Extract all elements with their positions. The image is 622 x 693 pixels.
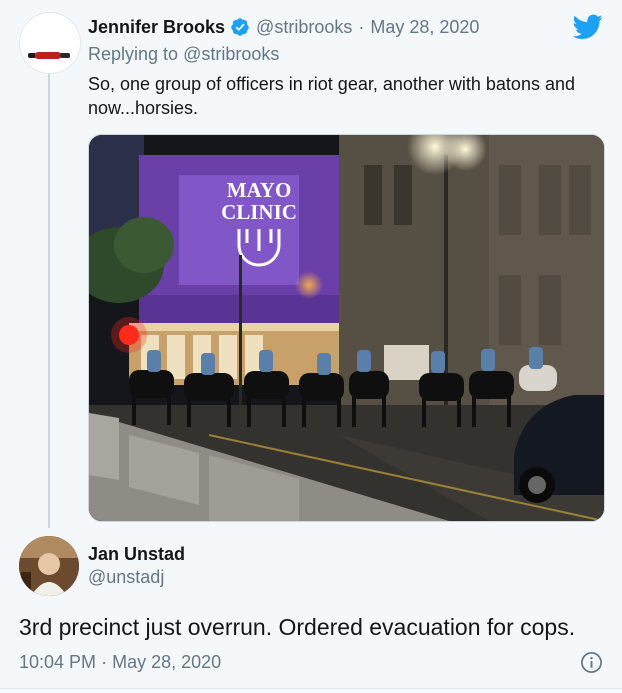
embedded-tweet-time[interactable]: 10:04 PM bbox=[19, 652, 96, 672]
tweet-text: So, one group of officers in riot gear, … bbox=[88, 74, 575, 118]
embedded-author-avatar[interactable] bbox=[19, 536, 79, 596]
header-separator: · bbox=[358, 16, 365, 37]
author-avatar[interactable] bbox=[19, 12, 81, 74]
avatar-photo-image bbox=[19, 536, 79, 596]
sign-line1: MAYO bbox=[227, 178, 292, 202]
embedded-tweet-text: 3rd precinct just overrun. Ordered evacu… bbox=[19, 614, 576, 640]
replying-to-line: Replying to @stribrooks bbox=[88, 44, 279, 65]
avatar-figure-image bbox=[28, 52, 70, 59]
info-icon[interactable] bbox=[580, 651, 603, 674]
twitter-bird-icon[interactable] bbox=[573, 14, 603, 40]
night-street-horses-image: MAYO CLINIC bbox=[89, 135, 604, 521]
tweet-header: Jennifer Brooks @stribrooks · May 28, 20… bbox=[88, 14, 479, 40]
tweet-photo[interactable]: MAYO CLINIC bbox=[88, 134, 605, 522]
replying-prefix: Replying to bbox=[88, 44, 184, 64]
replying-to-handle[interactable]: @stribrooks bbox=[183, 44, 279, 64]
thread-connector-line bbox=[48, 72, 50, 528]
meta-separator: · bbox=[101, 652, 108, 672]
bottom-divider bbox=[0, 688, 622, 689]
embedded-author-handle[interactable]: @unstadj bbox=[88, 567, 164, 588]
embedded-tweet-meta: 10:04 PM · May 28, 2020 bbox=[19, 652, 221, 673]
sign-line2: CLINIC bbox=[221, 200, 297, 224]
author-name[interactable]: Jennifer Brooks bbox=[88, 17, 225, 38]
verified-badge-icon bbox=[230, 17, 250, 37]
author-handle[interactable]: @stribrooks bbox=[256, 17, 352, 38]
embedded-tweet-date[interactable]: May 28, 2020 bbox=[112, 652, 221, 672]
embedded-author-name[interactable]: Jan Unstad bbox=[88, 544, 185, 565]
tweet-date[interactable]: May 28, 2020 bbox=[370, 17, 479, 38]
